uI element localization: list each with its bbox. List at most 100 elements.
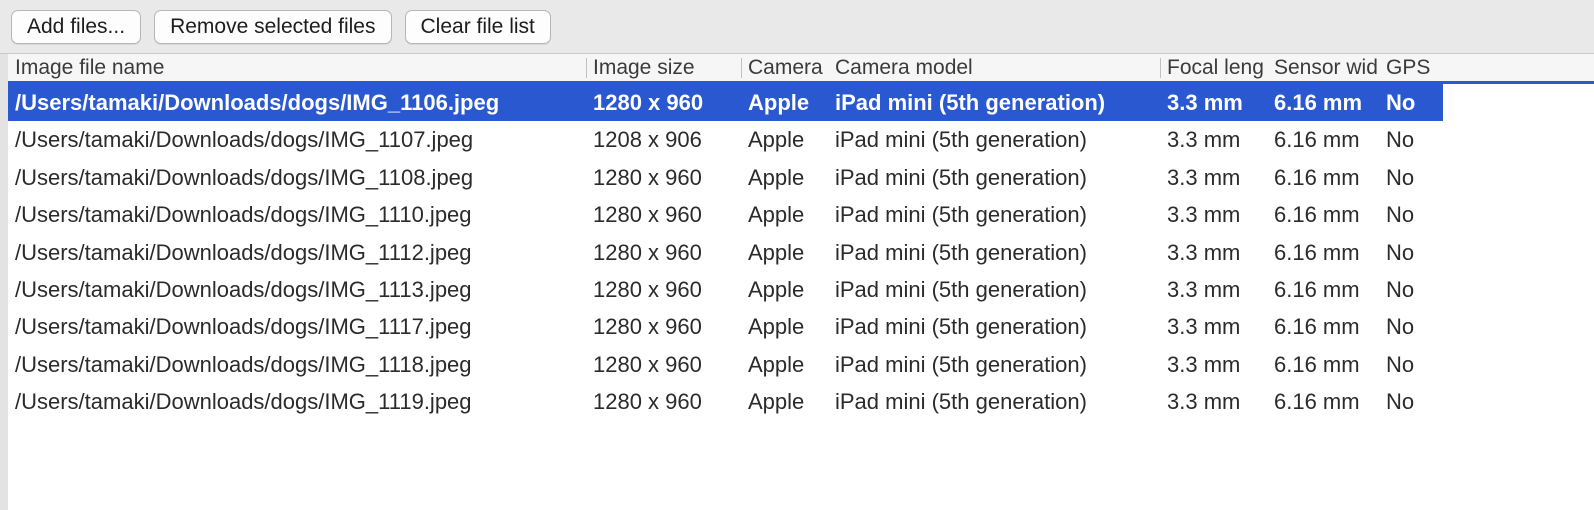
table-row[interactable]: /Users/tamaki/Downloads/dogs/IMG_1119.jp…: [8, 383, 1594, 420]
table-row[interactable]: /Users/tamaki/Downloads/dogs/IMG_1110.jp…: [8, 196, 1594, 233]
cell-camera: Apple: [741, 234, 828, 271]
exif-file-list-window: Add files... Remove selected files Clear f…: [0, 0, 1594, 510]
button-label: Clear file list: [421, 16, 535, 37]
cell-name: /Users/tamaki/Downloads/dogs/IMG_1107.jp…: [8, 121, 586, 158]
cell-gps: No: [1379, 84, 1443, 121]
cell-filler: [1443, 383, 1450, 420]
cell-camera: Apple: [741, 271, 828, 308]
cell-camera: Apple: [741, 346, 828, 383]
cell-sensor: 6.16 mm: [1267, 196, 1379, 233]
cell-sensor: 6.16 mm: [1267, 346, 1379, 383]
cell-filler: [1443, 346, 1450, 383]
table-row[interactable]: /Users/tamaki/Downloads/dogs/IMG_1118.jp…: [8, 346, 1594, 383]
cell-focal: 3.3 mm: [1160, 196, 1267, 233]
cell-size: 1280 x 960: [586, 383, 741, 420]
cell-size: 1280 x 960: [586, 159, 741, 196]
cell-size: 1280 x 960: [586, 234, 741, 271]
cell-sensor: 6.16 mm: [1267, 308, 1379, 345]
table-row[interactable]: /Users/tamaki/Downloads/dogs/IMG_1107.jp…: [8, 121, 1594, 158]
table-header-row: Image file nameImage sizeCameraCamera mo…: [8, 54, 1594, 84]
cell-sensor: 6.16 mm: [1267, 383, 1379, 420]
cell-focal: 3.3 mm: [1160, 271, 1267, 308]
table-row[interactable]: /Users/tamaki/Downloads/dogs/IMG_1117.jp…: [8, 308, 1594, 345]
cell-model: iPad mini (5th generation): [828, 121, 1160, 158]
cell-focal: 3.3 mm: [1160, 308, 1267, 345]
cell-gps: No: [1379, 121, 1443, 158]
cell-size: 1280 x 960: [586, 271, 741, 308]
cell-model: iPad mini (5th generation): [828, 159, 1160, 196]
cell-filler: [1443, 271, 1450, 308]
table-row[interactable]: /Users/tamaki/Downloads/dogs/IMG_1113.jp…: [8, 271, 1594, 308]
cell-focal: 3.3 mm: [1160, 159, 1267, 196]
cell-focal: 3.3 mm: [1160, 84, 1267, 121]
button-label: Add files...: [27, 16, 125, 37]
cell-name: /Users/tamaki/Downloads/dogs/IMG_1118.jp…: [8, 346, 586, 383]
cell-sensor: 6.16 mm: [1267, 84, 1379, 121]
cell-filler: [1443, 234, 1450, 271]
table-body[interactable]: /Users/tamaki/Downloads/dogs/IMG_1106.jp…: [8, 84, 1594, 510]
cell-filler: [1443, 121, 1450, 158]
add-files-button[interactable]: Add files...: [11, 10, 141, 44]
cell-focal: 3.3 mm: [1160, 121, 1267, 158]
cell-name: /Users/tamaki/Downloads/dogs/IMG_1112.jp…: [8, 234, 586, 271]
column-header-sensor[interactable]: Sensor wid: [1267, 54, 1379, 83]
cell-model: iPad mini (5th generation): [828, 346, 1160, 383]
cell-focal: 3.3 mm: [1160, 383, 1267, 420]
cell-size: 1208 x 906: [586, 121, 741, 158]
cell-name: /Users/tamaki/Downloads/dogs/IMG_1113.jp…: [8, 271, 586, 308]
cell-name: /Users/tamaki/Downloads/dogs/IMG_1119.jp…: [8, 383, 586, 420]
cell-gps: No: [1379, 196, 1443, 233]
cell-camera: Apple: [741, 84, 828, 121]
cell-model: iPad mini (5th generation): [828, 308, 1160, 345]
toolbar: Add files... Remove selected files Clear f…: [0, 0, 1594, 54]
cell-sensor: 6.16 mm: [1267, 121, 1379, 158]
cell-focal: 3.3 mm: [1160, 234, 1267, 271]
cell-model: iPad mini (5th generation): [828, 196, 1160, 233]
cell-gps: No: [1379, 346, 1443, 383]
column-header-gps[interactable]: GPS: [1379, 54, 1443, 83]
cell-filler: [1443, 196, 1450, 233]
cell-camera: Apple: [741, 383, 828, 420]
column-header-focal[interactable]: Focal leng: [1160, 54, 1267, 83]
cell-sensor: 6.16 mm: [1267, 234, 1379, 271]
cell-name: /Users/tamaki/Downloads/dogs/IMG_1117.jp…: [8, 308, 586, 345]
cell-gps: No: [1379, 234, 1443, 271]
cell-name: /Users/tamaki/Downloads/dogs/IMG_1108.jp…: [8, 159, 586, 196]
cell-gps: No: [1379, 271, 1443, 308]
cell-filler: [1443, 308, 1450, 345]
remove-selected-files-button[interactable]: Remove selected files: [154, 10, 391, 44]
cell-size: 1280 x 960: [586, 84, 741, 121]
table-row[interactable]: /Users/tamaki/Downloads/dogs/IMG_1112.jp…: [8, 234, 1594, 271]
cell-filler: [1443, 159, 1450, 196]
cell-gps: No: [1379, 383, 1443, 420]
cell-sensor: 6.16 mm: [1267, 271, 1379, 308]
cell-model: iPad mini (5th generation): [828, 84, 1160, 121]
cell-sensor: 6.16 mm: [1267, 159, 1379, 196]
cell-gps: No: [1379, 159, 1443, 196]
column-header-name[interactable]: Image file name: [8, 54, 586, 83]
cell-camera: Apple: [741, 121, 828, 158]
button-label: Remove selected files: [170, 16, 375, 37]
column-header-size[interactable]: Image size: [586, 54, 741, 83]
clear-file-list-button[interactable]: Clear file list: [405, 10, 551, 44]
cell-name: /Users/tamaki/Downloads/dogs/IMG_1110.jp…: [8, 196, 586, 233]
table-row[interactable]: /Users/tamaki/Downloads/dogs/IMG_1108.jp…: [8, 159, 1594, 196]
column-header-filler: [1443, 54, 1594, 83]
cell-camera: Apple: [741, 308, 828, 345]
file-list-area[interactable]: Image file nameImage sizeCameraCamera mo…: [0, 54, 1594, 510]
cell-model: iPad mini (5th generation): [828, 383, 1160, 420]
cell-camera: Apple: [741, 159, 828, 196]
cell-model: iPad mini (5th generation): [828, 234, 1160, 271]
cell-size: 1280 x 960: [586, 308, 741, 345]
cell-focal: 3.3 mm: [1160, 346, 1267, 383]
column-header-camera[interactable]: Camera: [741, 54, 828, 83]
cell-camera: Apple: [741, 196, 828, 233]
cell-size: 1280 x 960: [586, 346, 741, 383]
cell-gps: No: [1379, 308, 1443, 345]
cell-name: /Users/tamaki/Downloads/dogs/IMG_1106.jp…: [8, 84, 586, 121]
table-row[interactable]: /Users/tamaki/Downloads/dogs/IMG_1106.jp…: [8, 84, 1594, 121]
cell-size: 1280 x 960: [586, 196, 741, 233]
cell-model: iPad mini (5th generation): [828, 271, 1160, 308]
column-header-model[interactable]: Camera model: [828, 54, 1160, 83]
cell-filler: [1443, 84, 1450, 121]
